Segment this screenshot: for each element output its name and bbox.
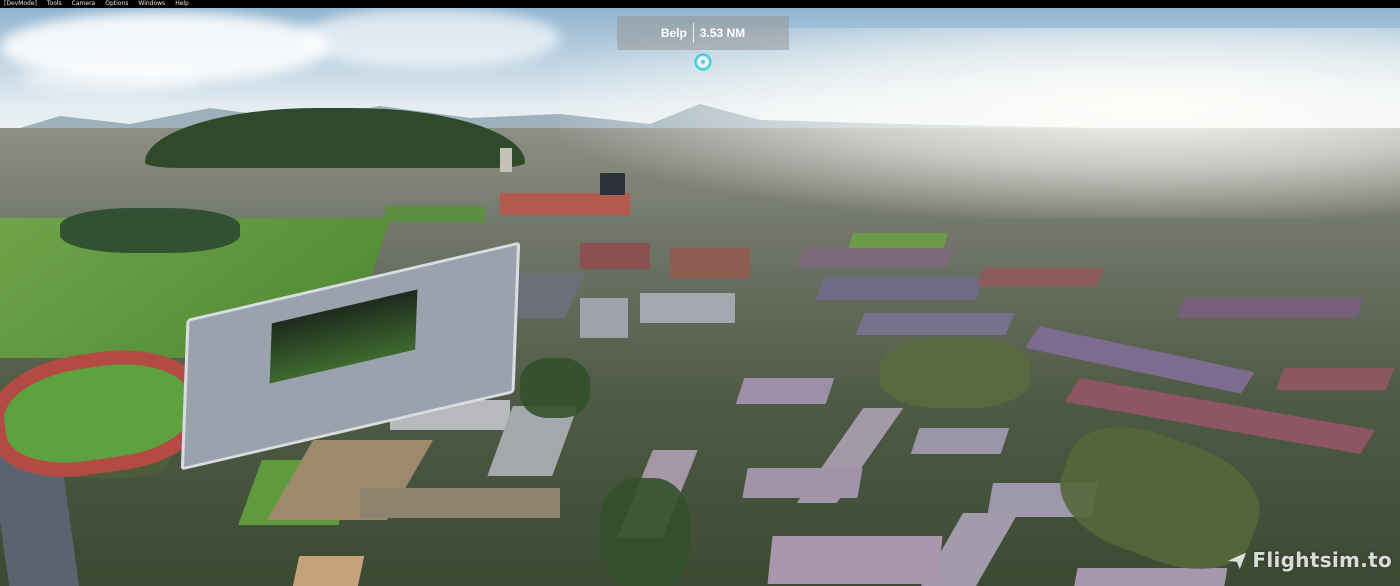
divider	[692, 23, 694, 43]
stadium-pitch	[269, 289, 418, 384]
watermark: Flightsim.to	[1226, 548, 1392, 572]
building	[1176, 298, 1364, 318]
building	[976, 268, 1104, 286]
building	[1275, 368, 1395, 390]
trees	[880, 338, 1030, 408]
building	[500, 193, 630, 215]
building	[735, 378, 835, 404]
building	[600, 173, 625, 195]
building	[855, 313, 1015, 335]
building	[580, 243, 650, 269]
waypoint-marker-icon	[694, 53, 712, 71]
building	[796, 248, 954, 268]
building	[640, 293, 735, 323]
building	[767, 536, 943, 584]
aerial-city-view	[0, 8, 1400, 586]
trees	[520, 358, 590, 418]
devmode-menu-bar: [DevMode] Tools Camera Options Windows H…	[0, 0, 1400, 8]
building	[742, 468, 863, 498]
menu-camera[interactable]: Camera	[67, 0, 101, 8]
watermark-text: Flightsim.to	[1252, 548, 1392, 572]
menu-tools[interactable]: Tools	[42, 0, 67, 8]
trees	[600, 478, 690, 586]
plane-logo-icon	[1228, 552, 1247, 570]
building	[290, 556, 365, 586]
menu-windows[interactable]: Windows	[133, 0, 170, 8]
menu-options[interactable]: Options	[100, 0, 133, 8]
tower	[500, 148, 512, 172]
waypoint-name: Belp	[660, 26, 687, 40]
building	[815, 278, 985, 300]
building	[1072, 568, 1228, 586]
menu-help[interactable]: Help	[170, 0, 194, 8]
cloud	[20, 63, 200, 93]
cloud	[300, 8, 560, 68]
waypoint-distance-panel: Belp 3.53 NM	[617, 16, 789, 50]
building	[910, 428, 1010, 454]
trees	[60, 208, 240, 253]
track-infield	[0, 354, 197, 472]
menu-devmode[interactable]: [DevMode]	[0, 0, 42, 8]
waypoint-distance: 3.53 NM	[699, 26, 746, 40]
building	[670, 248, 750, 278]
building	[360, 488, 560, 518]
building	[580, 298, 628, 338]
building	[1025, 326, 1255, 394]
